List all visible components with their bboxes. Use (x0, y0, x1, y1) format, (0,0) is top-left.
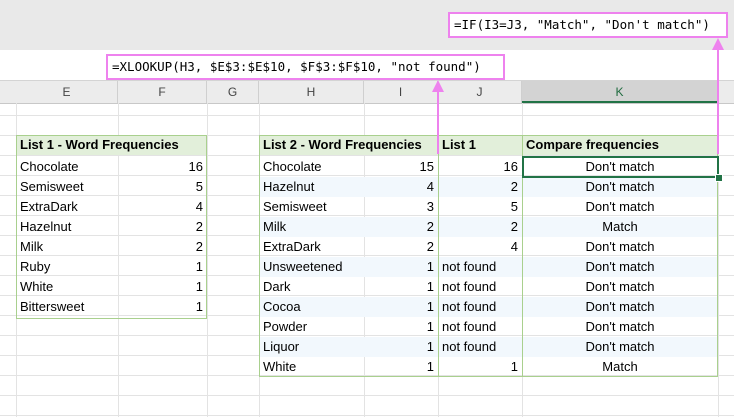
xlookup-arrow-head (432, 80, 444, 92)
if-arrow-head (712, 38, 724, 50)
callout-arrows (432, 38, 724, 154)
